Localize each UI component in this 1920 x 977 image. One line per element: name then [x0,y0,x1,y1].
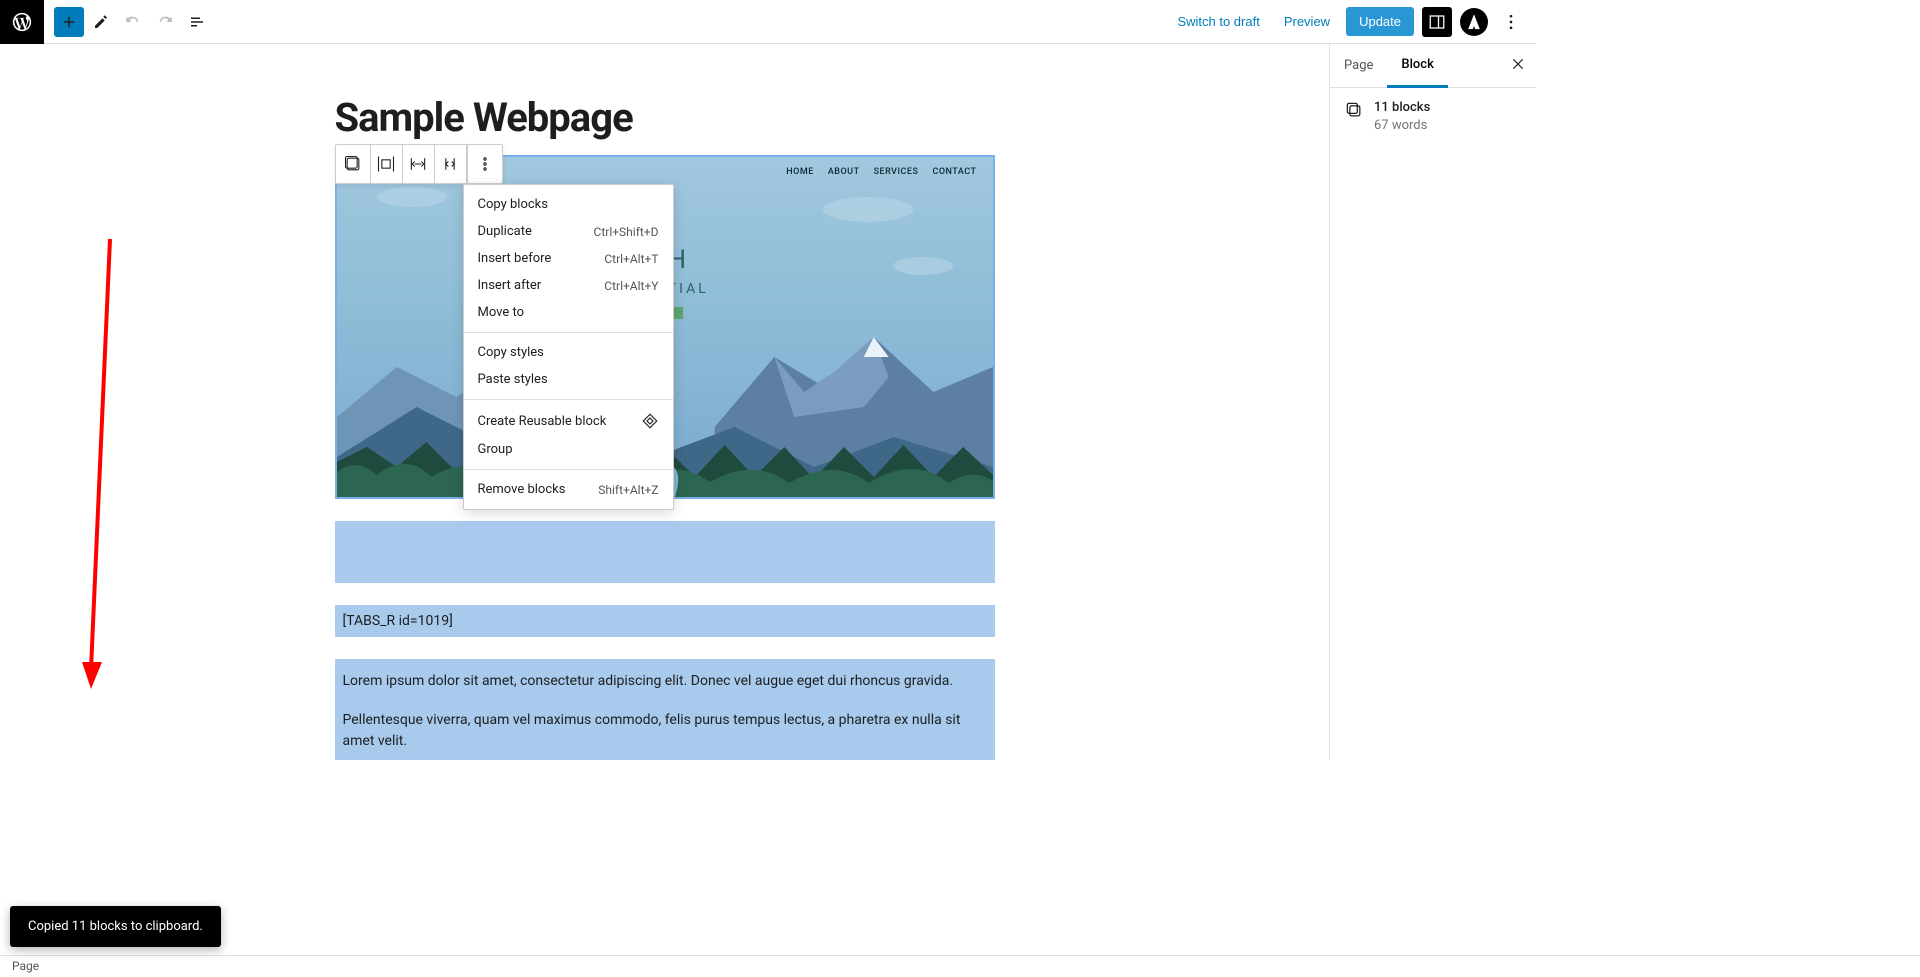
menu-create-reusable[interactable]: Create Reusable block [464,406,673,436]
tab-block[interactable]: Block [1387,44,1447,88]
undo-button[interactable] [118,7,148,37]
hero-nav-item[interactable]: SERVICES [874,167,919,177]
page-title[interactable]: Sample Webpage [335,94,995,141]
width-button[interactable] [435,145,467,183]
editor-footer: Page [0,955,1920,977]
paragraph: Lorem ipsum dolor sit amet, consectetur … [343,671,987,692]
menu-paste-styles[interactable]: Paste styles [464,366,673,393]
block-options-dropdown: Copy blocks DuplicateCtrl+Shift+D Insert… [463,184,674,510]
switch-to-draft-button[interactable]: Switch to draft [1169,8,1267,35]
hero-nav-item[interactable]: ABOUT [828,167,860,177]
hero-nav-item[interactable]: CONTACT [932,167,976,177]
menu-copy-styles[interactable]: Copy styles [464,339,673,366]
block-count: 11 blocks [1374,100,1430,115]
top-toolbar: Switch to draft Preview Update [0,0,1536,44]
menu-duplicate[interactable]: DuplicateCtrl+Shift+D [464,218,673,245]
preview-button[interactable]: Preview [1276,8,1338,35]
selected-block-shortcode[interactable]: [TABS_R id=1019] [335,605,995,637]
justify-button[interactable] [403,145,435,183]
hero-nav-item[interactable]: HOME [786,167,814,177]
menu-remove-blocks[interactable]: Remove blocksShift+Alt+Z [464,476,673,503]
hero-nav: HOME ABOUT SERVICES CONTACT [786,167,976,177]
block-type-button[interactable] [336,145,371,183]
menu-insert-after[interactable]: Insert afterCtrl+Alt+Y [464,272,673,299]
close-sidebar-button[interactable] [1510,56,1526,76]
update-button[interactable]: Update [1346,7,1414,36]
editor-canvas-scroll[interactable]: Sample Webpage Copy blocks DuplicateCtrl… [0,44,1329,760]
menu-group[interactable]: Group [464,436,673,463]
word-count: 67 words [1374,118,1430,133]
settings-sidebar-toggle[interactable] [1422,7,1452,37]
align-button[interactable] [371,145,403,183]
block-toolbar [335,144,503,184]
redo-button[interactable] [150,7,180,37]
annotation-arrow [80,234,120,694]
settings-sidebar: Page Block 11 blocks 67 words [1329,44,1536,760]
add-block-button[interactable] [54,7,84,37]
astra-icon[interactable] [1460,8,1488,36]
menu-copy-blocks[interactable]: Copy blocks [464,191,673,218]
options-menu-button[interactable] [1496,7,1526,37]
paragraph: Pellentesque viverra, quam vel maximus c… [343,710,987,752]
menu-insert-before[interactable]: Insert beforeCtrl+Alt+T [464,245,673,272]
block-summary: 11 blocks 67 words [1330,88,1536,145]
selected-block-paragraphs[interactable]: Lorem ipsum dolor sit amet, consectetur … [335,659,995,760]
edit-mode-button[interactable] [86,7,116,37]
breadcrumb[interactable]: Page [12,959,39,973]
shortcode-text: [TABS_R id=1019] [343,613,453,629]
toast-notification: Copied 11 blocks to clipboard. [10,906,221,947]
wp-logo[interactable] [0,0,44,44]
list-view-button[interactable] [182,7,212,37]
menu-move-to[interactable]: Move to [464,299,673,326]
selected-block[interactable] [335,521,995,583]
block-more-button[interactable] [467,145,502,183]
copy-icon [1344,100,1364,120]
tab-page[interactable]: Page [1330,44,1387,87]
